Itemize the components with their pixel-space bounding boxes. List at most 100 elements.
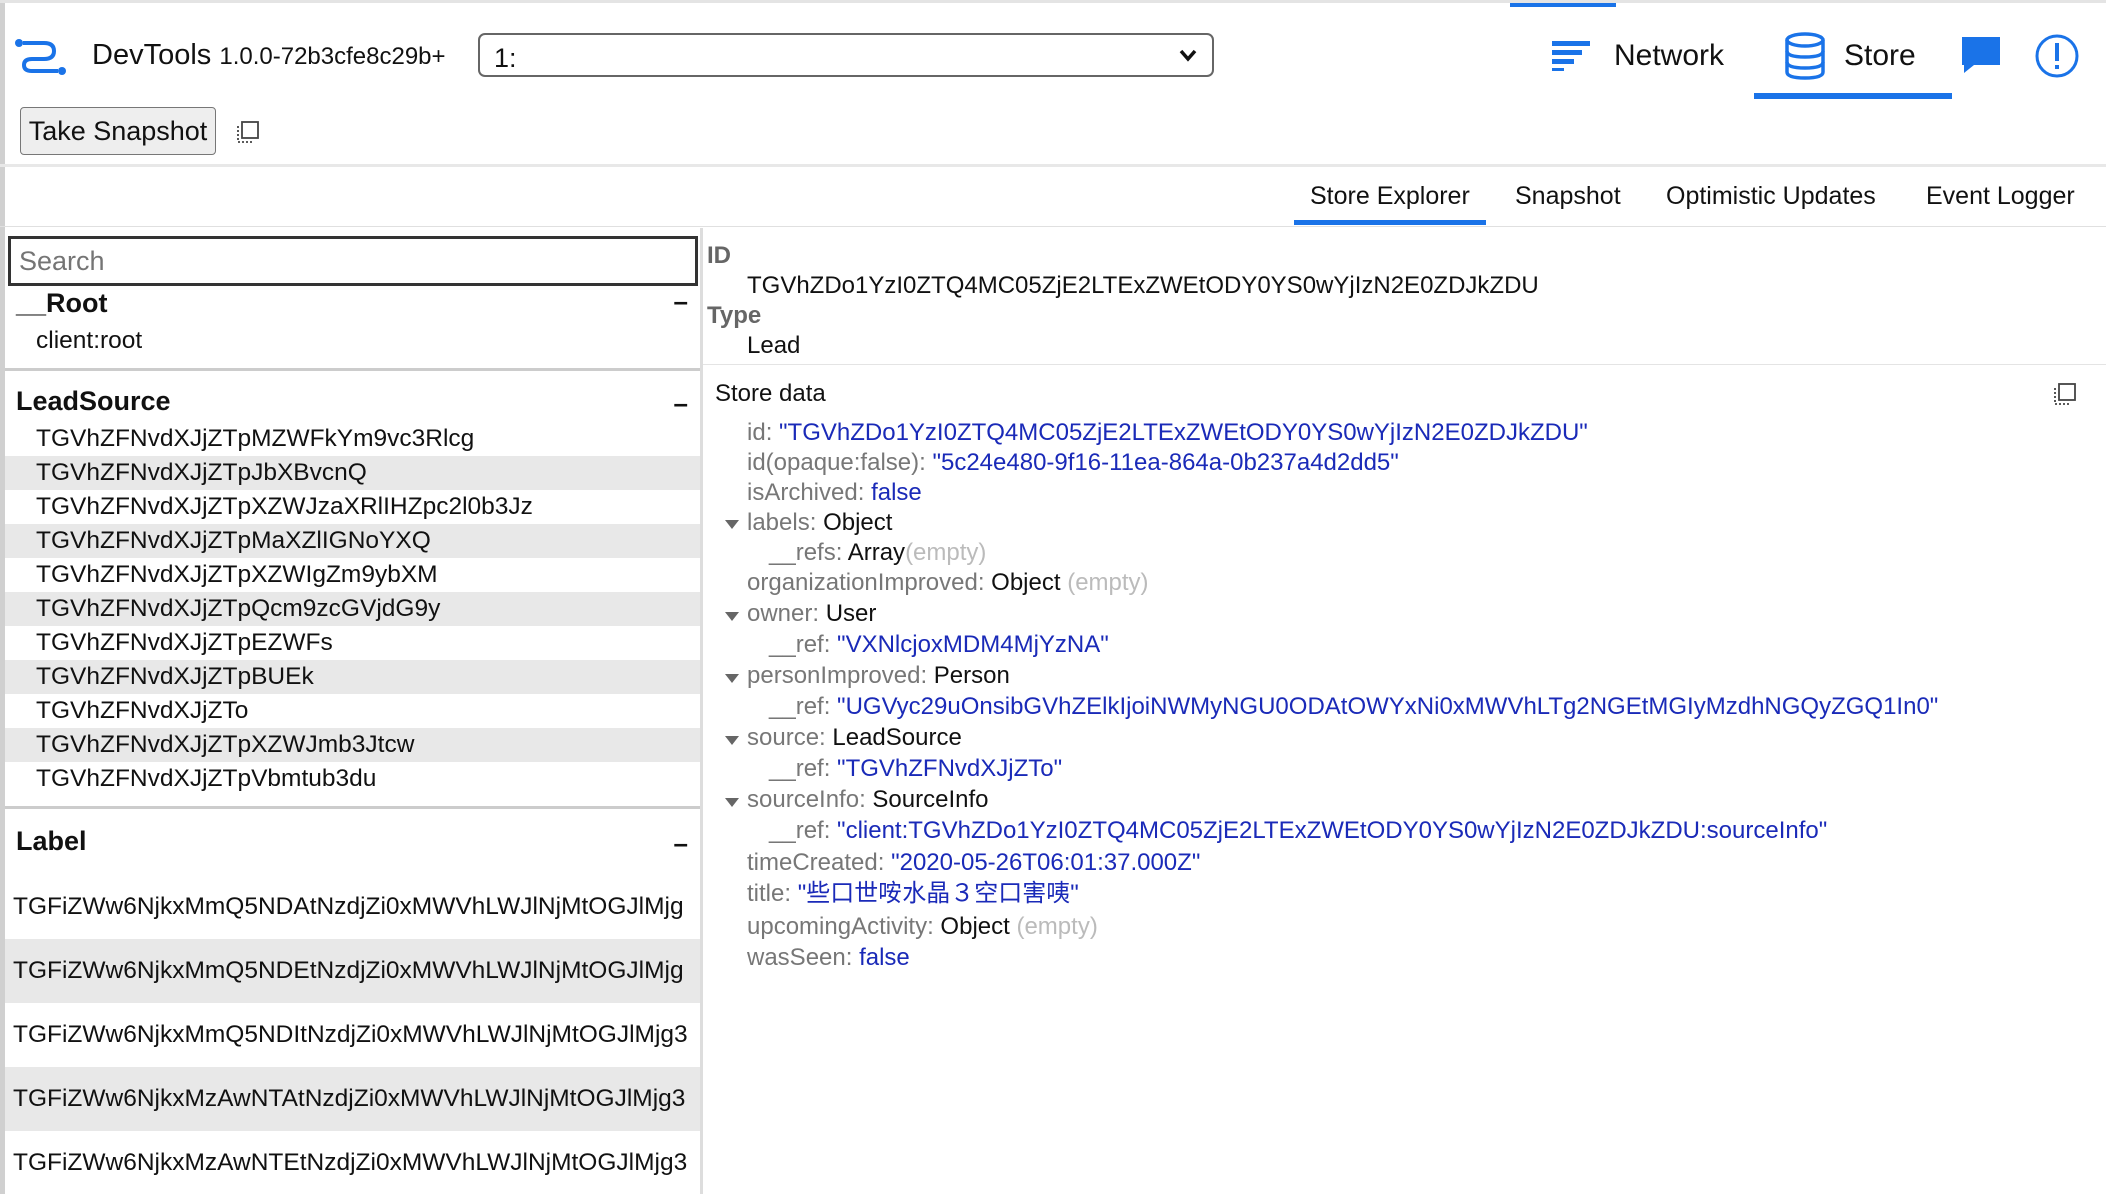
field-key: __ref: [769, 817, 824, 844]
database-icon: [1785, 32, 1825, 80]
field-type: Object: [940, 913, 1010, 940]
field-key: isArchived: [747, 479, 858, 506]
environment-select[interactable]: 1:: [478, 33, 1214, 77]
copy-icon[interactable]: [236, 120, 260, 144]
list-item[interactable]: TGFiZWw6NjkxMmQ5NDItNzdjZi0xMWVhLWJlNjMt…: [5, 1003, 700, 1067]
field-value: "5c24e480-9f16-11ea-864a-0b237a4d2dd5": [932, 449, 1399, 476]
field-key: source: [747, 724, 820, 751]
tab-optimistic-updates[interactable]: Optimistic Updates: [1666, 182, 1876, 211]
collapse-root-button[interactable]: –: [674, 286, 688, 317]
field-was-seen: wasSeen: false: [747, 944, 910, 971]
list-item[interactable]: TGVhZFNvdXJjZTpXZWJzaXRlIHZpc2l0b3Jz: [5, 490, 700, 524]
field-id: id: "TGVhZDo1YzI0ZTQ4MC05ZjE2LTExZWEtODY…: [747, 419, 1588, 446]
field-value[interactable]: "VXNlcjoxMDM4MjYzNA": [837, 631, 1109, 658]
field-key: timeCreated: [747, 849, 878, 876]
field-value: "TGVhZDo1YzI0ZTQ4MC05ZjE2LTExZWEtODY0YS0…: [779, 419, 1588, 446]
expand-triangle-icon[interactable]: [725, 674, 739, 683]
field-labels[interactable]: labels: Object: [747, 508, 892, 538]
take-snapshot-button[interactable]: Take Snapshot: [20, 107, 216, 155]
list-item[interactable]: TGVhZFNvdXJjZTo: [5, 694, 700, 728]
list-item[interactable]: client:root: [5, 324, 700, 358]
empty-marker: (empty): [905, 539, 987, 566]
field-value: false: [871, 479, 922, 506]
tab-event-logger[interactable]: Event Logger: [1926, 182, 2075, 211]
environment-select-value: 1:: [494, 43, 517, 73]
top-bar: DevTools 1.0.0-72b3cfe8c29b+ 1: Network …: [0, 0, 2106, 99]
store-data-heading: Store data: [715, 380, 826, 407]
field-title: title: "些口世咹水晶３空口害咦": [747, 880, 1079, 907]
empty-marker: (empty): [1016, 913, 1098, 940]
list-item[interactable]: TGFiZWw6NjkxMzAwNTAtNzdjZi0xMWVhLWJlNjMt…: [5, 1067, 700, 1131]
field-key: organizationImproved: [747, 569, 978, 596]
list-item[interactable]: TGVhZFNvdXJjZTpJbXBvcnQ: [5, 456, 700, 490]
subtabs-divider: [0, 226, 2106, 227]
list-item[interactable]: TGVhZFNvdXJjZTpVbmtub3du: [5, 762, 700, 796]
detail-divider: [703, 364, 2106, 365]
field-type: Person: [933, 662, 1010, 689]
store-explorer-underline: [1294, 220, 1486, 225]
field-owner[interactable]: owner: User: [747, 599, 876, 629]
tab-snapshot[interactable]: Snapshot: [1515, 182, 1621, 211]
chat-icon[interactable]: [1960, 35, 2002, 75]
list-item[interactable]: TGVhZFNvdXJjZTpMaXZlIGNoYXQ: [5, 524, 700, 558]
relay-logo-icon: [15, 39, 66, 75]
field-type: Object: [991, 569, 1061, 596]
expand-triangle-icon[interactable]: [725, 798, 739, 807]
field-value: false: [859, 944, 910, 971]
tab-store-explorer[interactable]: Store Explorer: [1310, 182, 1470, 211]
list-item[interactable]: TGVhZFNvdXJjZTpXZWIgZm9ybXM: [5, 558, 700, 592]
group-title-root: __Root: [16, 288, 108, 318]
list-item[interactable]: TGVhZFNvdXJjZTpEZWFs: [5, 626, 700, 660]
collapse-leadsource-button[interactable]: –: [674, 388, 688, 419]
field-source[interactable]: source: LeadSource: [747, 723, 962, 753]
field-person-improved[interactable]: personImproved: Person: [747, 661, 1010, 691]
info-circle-icon[interactable]: [2034, 33, 2080, 79]
list-item[interactable]: TGVhZFNvdXJjZTpXZWJmb3Jtcw: [5, 728, 700, 762]
list-item[interactable]: TGVhZFNvdXJjZTpQcm9zcGVjdG9y: [5, 592, 700, 626]
field-value[interactable]: "client:TGVhZDo1YzI0ZTQ4MC05ZjE2LTExZWEt…: [837, 817, 1827, 844]
record-list-pane: __Root – client:root LeadSource – TGVhZF…: [5, 228, 700, 1194]
expand-triangle-icon[interactable]: [725, 612, 739, 621]
record-id: TGVhZDo1YzI0ZTQ4MC05ZjE2LTExZWEtODY0YS0w…: [747, 272, 1539, 299]
list-item[interactable]: TGFiZWw6NjkxMmQ5NDEtNzdjZi0xMWVhLWJlNjMt…: [5, 939, 700, 1003]
expand-triangle-icon[interactable]: [725, 736, 739, 745]
list-item[interactable]: TGFiZWw6NjkxMmQ5NDAtNzdjZi0xMWVhLWJlNjMt…: [5, 875, 700, 939]
field-upcoming-activity: upcomingActivity: Object (empty): [747, 913, 1098, 940]
store-tab-underline: [1754, 93, 1952, 99]
list-item[interactable]: TGVhZFNvdXJjZTpMZWFkYm9vc3Rlcg: [5, 422, 700, 456]
search-input[interactable]: [8, 236, 698, 286]
field-key: __ref: [769, 631, 824, 658]
list-item[interactable]: TGFiZWw6NjkxMzAwNTEtNzdjZi0xMWVhLWJlNjMt…: [5, 1131, 700, 1194]
collapse-label-button[interactable]: –: [674, 828, 688, 859]
field-value[interactable]: "UGVyc29uOnsibGVhZElkIjoiNWMyNGU0ODAtOWY…: [837, 693, 1938, 720]
field-opaque-id: id(opaque:false): "5c24e480-9f16-11ea-86…: [747, 449, 1399, 476]
nav-tab-network[interactable]: Network: [1552, 29, 1724, 83]
network-lines-icon: [1552, 41, 1590, 71]
field-type: Object: [823, 509, 893, 536]
nav-tab-store[interactable]: Store: [1784, 29, 1916, 83]
field-key: wasSeen: [747, 944, 846, 971]
field-key: __ref: [769, 755, 824, 782]
record-type: Lead: [747, 332, 801, 359]
field-is-archived: isArchived: false: [747, 479, 922, 506]
group-divider: [5, 806, 700, 809]
field-type: LeadSource: [832, 724, 962, 751]
copy-icon[interactable]: [2053, 382, 2077, 406]
field-type: SourceInfo: [872, 786, 989, 813]
type-heading: Type: [707, 302, 762, 329]
record-detail-pane: ID TGVhZDo1YzI0ZTQ4MC05ZjE2LTExZWEtODY0Y…: [703, 228, 2106, 1194]
field-value[interactable]: "TGVhZFNvdXJjZTo": [837, 755, 1062, 782]
field-key: upcomingActivity: [747, 913, 928, 940]
list-item[interactable]: TGVhZFNvdXJjZTpBUEk: [5, 660, 700, 694]
top-tab-indicator: [1510, 3, 1616, 7]
group-divider: [5, 368, 700, 371]
field-value: "些口世咹水晶３空口害咦": [797, 880, 1079, 907]
field-key: labels: [747, 509, 810, 536]
id-heading: ID: [707, 242, 731, 269]
toolbar-divider: [0, 164, 2106, 167]
expand-triangle-icon[interactable]: [725, 520, 739, 529]
field-labels-refs: __refs: Array(empty): [769, 539, 987, 566]
field-source-info[interactable]: sourceInfo: SourceInfo: [747, 785, 989, 815]
chevron-down-icon: [1179, 49, 1197, 62]
field-organization-improved: organizationImproved: Object (empty): [747, 569, 1149, 596]
